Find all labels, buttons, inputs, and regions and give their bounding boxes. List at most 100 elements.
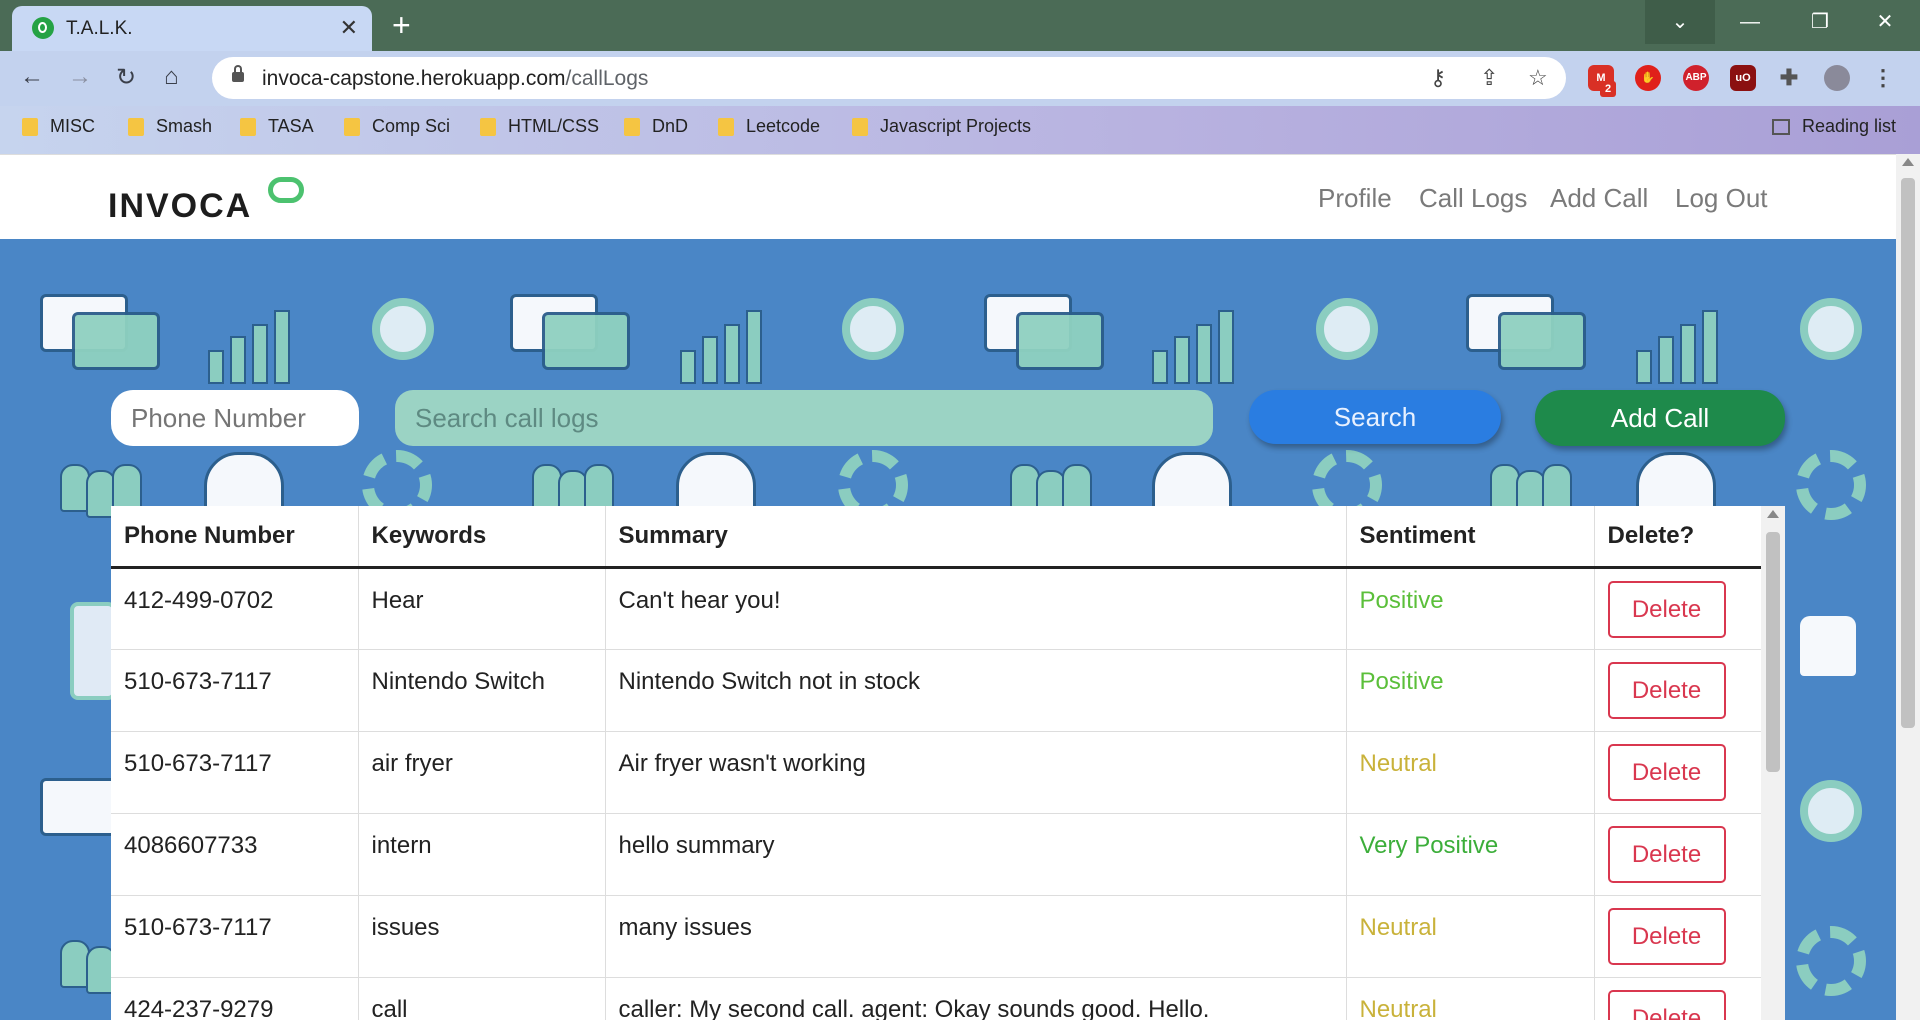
bookmark-star-icon[interactable]: ☆ xyxy=(1528,65,1548,91)
header-summary: Summary xyxy=(605,506,1347,569)
bar-chart-icon xyxy=(680,304,762,384)
restore-icon[interactable]: ❐ xyxy=(1785,0,1855,44)
search-input[interactable] xyxy=(395,390,1213,446)
chat-bubble-icon xyxy=(1498,312,1586,370)
hand-icon[interactable]: ✋ xyxy=(1635,65,1661,91)
phone-number-input[interactable] xyxy=(111,390,359,446)
search-button[interactable]: Search xyxy=(1249,390,1501,444)
url-path: /callLogs xyxy=(565,67,649,90)
call-logs-table: Phone Number Keywords Summary Sentiment … xyxy=(111,506,1762,1020)
delete-button[interactable]: Delete xyxy=(1607,581,1726,638)
extensions-puzzle-icon[interactable]: ✚ xyxy=(1776,65,1802,91)
page-scrollbar-thumb[interactable] xyxy=(1901,178,1915,728)
cell-delete: Delete xyxy=(1594,649,1762,732)
close-tab-icon[interactable]: ✕ xyxy=(340,15,358,41)
table-row: 510-673-7117 air fryer Air fryer wasn't … xyxy=(111,731,1762,814)
cell-summary: Air fryer wasn't working xyxy=(605,731,1347,814)
adblock-icon[interactable]: ABP xyxy=(1683,65,1709,91)
delete-button[interactable]: Delete xyxy=(1607,826,1726,883)
menu-kebab-icon[interactable]: ⋮ xyxy=(1870,65,1896,91)
cell-delete: Delete xyxy=(1594,813,1762,896)
cell-summary: Nintendo Switch not in stock xyxy=(605,649,1347,732)
header-delete: Delete? xyxy=(1594,506,1762,569)
avatar[interactable] xyxy=(1824,65,1850,91)
table-scrollbar[interactable] xyxy=(1761,506,1785,1020)
page-scrollbar[interactable] xyxy=(1896,154,1920,1020)
browser-toolbar: ← → ↻ ⌂ invoca-capstone.herokuapp.com/ca… xyxy=(0,51,1920,106)
gear-icon xyxy=(1796,450,1866,520)
minimize-icon[interactable]: — xyxy=(1715,0,1785,44)
nav-log-out[interactable]: Log Out xyxy=(1675,183,1768,214)
new-tab-icon[interactable]: + xyxy=(392,8,411,42)
browser-tab[interactable]: T.A.L.K. ✕ xyxy=(12,6,372,51)
nav-call-logs[interactable]: Call Logs xyxy=(1419,183,1527,214)
cell-summary: Can't hear you! xyxy=(605,567,1347,650)
bookmark-dnd[interactable]: DnD xyxy=(624,116,688,137)
bookmark-html-css[interactable]: HTML/CSS xyxy=(480,116,599,137)
window-close-icon[interactable]: ✕ xyxy=(1850,0,1920,44)
ublock-icon[interactable]: uO xyxy=(1730,65,1756,91)
bookmark-comp-sci[interactable]: Comp Sci xyxy=(344,116,450,137)
cell-summary: caller: My second call. agent: Okay soun… xyxy=(605,977,1347,1020)
scroll-up-icon[interactable] xyxy=(1902,158,1914,166)
magnifier-icon xyxy=(1800,780,1862,842)
address-bar[interactable]: invoca-capstone.herokuapp.com/callLogs ⚷… xyxy=(212,57,1566,99)
bookmark-misc[interactable]: MISC xyxy=(22,116,95,137)
delete-button[interactable]: Delete xyxy=(1607,744,1726,801)
add-call-button[interactable]: Add Call xyxy=(1535,390,1785,446)
scroll-up-icon[interactable] xyxy=(1767,510,1779,518)
invoca-logo[interactable]: INVOCA xyxy=(108,187,252,226)
delete-button[interactable]: Delete xyxy=(1607,662,1726,719)
people-icon xyxy=(1010,454,1092,518)
folder-icon xyxy=(624,117,640,136)
url-domain: invoca-capstone.herokuapp.com xyxy=(262,67,566,90)
back-icon[interactable]: ← xyxy=(20,63,44,91)
cell-sentiment: Neutral xyxy=(1346,895,1595,978)
reading-list[interactable]: Reading list xyxy=(1772,116,1896,137)
cell-sentiment: Positive xyxy=(1346,567,1595,650)
delete-button[interactable]: Delete xyxy=(1607,990,1726,1020)
call-logs-table-container: Phone Number Keywords Summary Sentiment … xyxy=(111,506,1785,1020)
home-icon[interactable]: ⌂ xyxy=(164,63,179,91)
cell-keywords: issues xyxy=(358,895,606,978)
cell-keywords: Hear xyxy=(358,567,606,650)
magnifier-icon xyxy=(842,298,904,360)
delete-button[interactable]: Delete xyxy=(1607,908,1726,965)
tab-title: T.A.L.K. xyxy=(66,18,133,39)
cell-keywords: intern xyxy=(358,813,606,896)
bookmark-smash[interactable]: Smash xyxy=(128,116,212,137)
nav-profile[interactable]: Profile xyxy=(1318,183,1392,214)
share-icon[interactable]: ⇪ xyxy=(1480,65,1498,91)
people-icon xyxy=(1490,454,1572,518)
tab-search-icon[interactable]: ⌄ xyxy=(1645,0,1715,44)
cell-sentiment: Very Positive xyxy=(1346,813,1595,896)
bookmarks-bar: MISC Smash TASA Comp Sci HTML/CSS DnD Le… xyxy=(0,106,1920,154)
table-scrollbar-thumb[interactable] xyxy=(1766,532,1780,772)
magnifier-icon xyxy=(1316,298,1378,360)
bar-chart-icon xyxy=(208,304,290,384)
bookmark-javascript-projects[interactable]: Javascript Projects xyxy=(852,116,1031,137)
header-sentiment: Sentiment xyxy=(1346,506,1595,569)
cell-delete: Delete xyxy=(1594,977,1762,1020)
cell-keywords: air fryer xyxy=(358,731,606,814)
folder-icon xyxy=(344,117,360,136)
cell-keywords: call xyxy=(358,977,606,1020)
table-row: 424-237-9279 call caller: My second call… xyxy=(111,977,1762,1020)
table-header-row: Phone Number Keywords Summary Sentiment … xyxy=(111,506,1762,569)
cell-phone: 412-499-0702 xyxy=(111,567,359,650)
reload-icon[interactable]: ↻ xyxy=(116,63,136,92)
whatsapp-icon xyxy=(32,17,54,39)
cell-sentiment: Neutral xyxy=(1346,977,1595,1020)
cell-delete: Delete xyxy=(1594,567,1762,650)
nav-add-call[interactable]: Add Call xyxy=(1550,183,1648,214)
site-navbar: INVOCA Profile Call Logs Add Call Log Ou… xyxy=(0,154,1896,239)
bookmark-leetcode[interactable]: Leetcode xyxy=(718,116,820,137)
forward-icon[interactable]: → xyxy=(68,63,92,91)
bookmark-tasa[interactable]: TASA xyxy=(240,116,314,137)
chat-bubble-icon xyxy=(542,312,630,370)
thumbs-up-icon xyxy=(1800,616,1856,676)
key-icon[interactable]: ⚷ xyxy=(1430,65,1446,91)
bookmark-label: MISC xyxy=(50,116,95,136)
cell-keywords: Nintendo Switch xyxy=(358,649,606,732)
cell-delete: Delete xyxy=(1594,731,1762,814)
